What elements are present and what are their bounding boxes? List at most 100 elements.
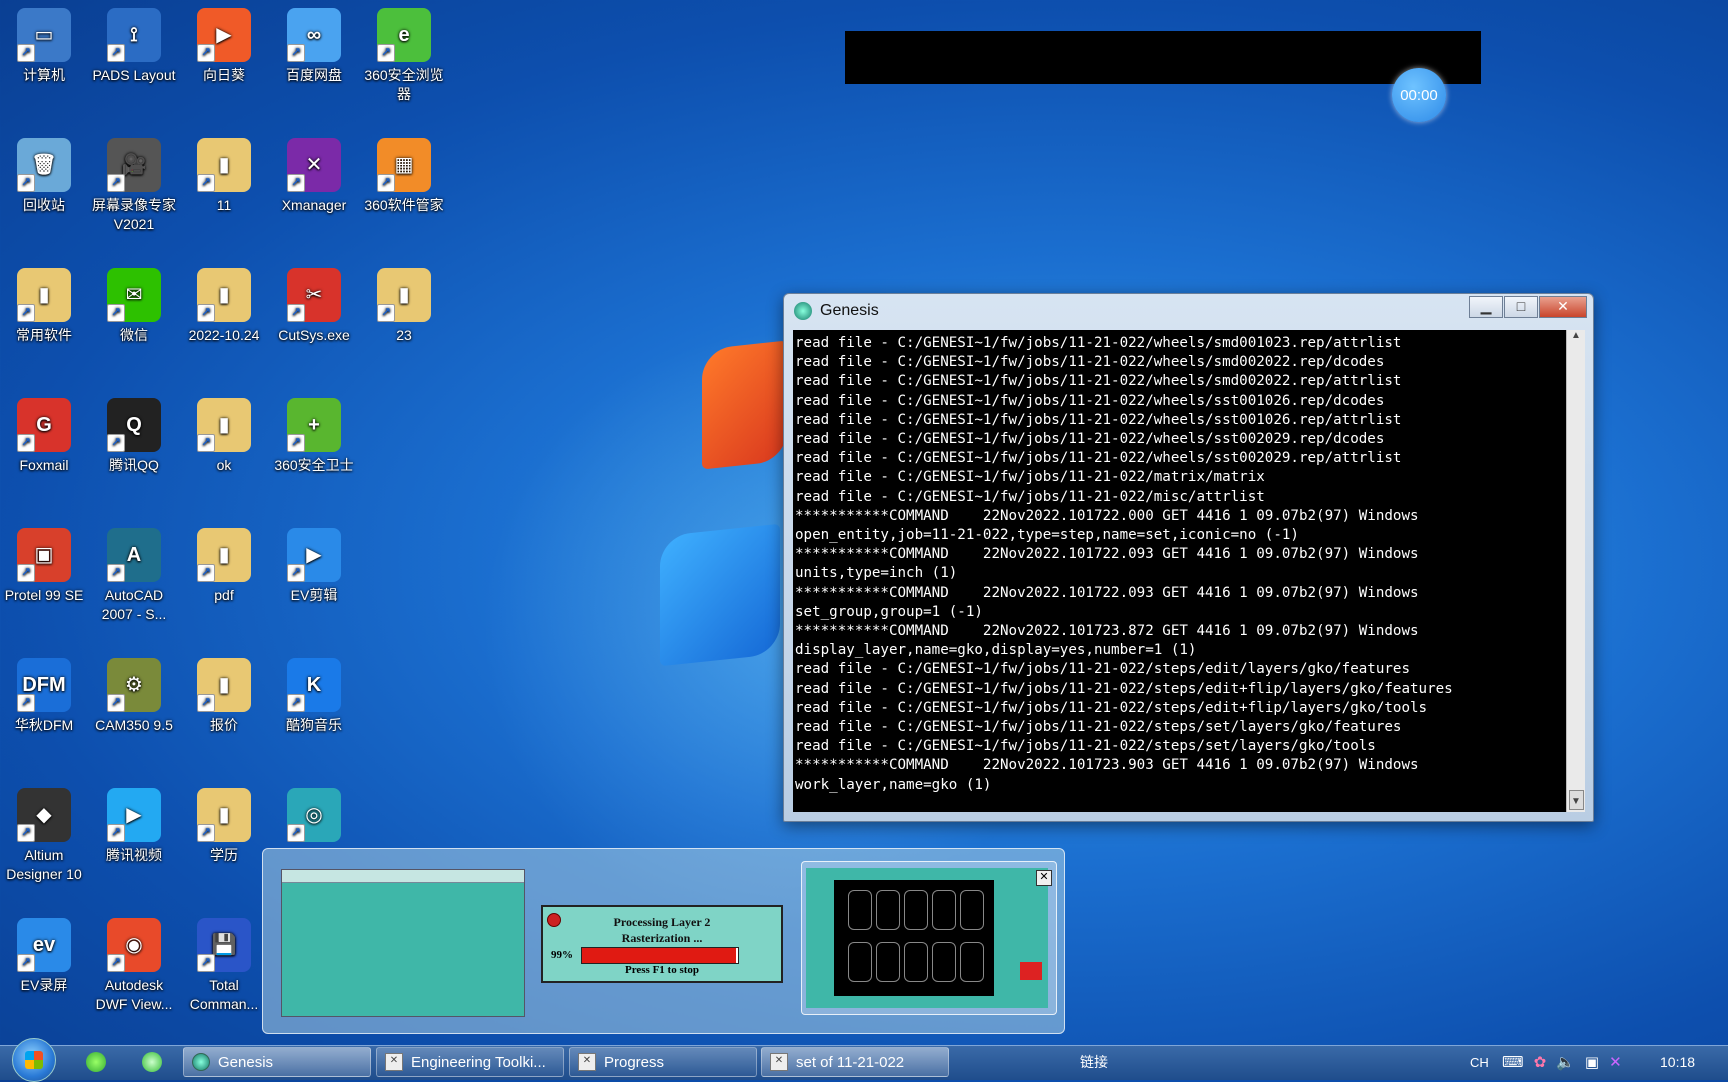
- cad-outline: [960, 942, 984, 982]
- shortcut-arrow-icon: ↗: [107, 954, 125, 972]
- app-icon: ▮ ↗: [197, 658, 251, 712]
- shortcut-arrow-icon: ↗: [107, 824, 125, 842]
- desktop-icon[interactable]: ev ↗ EV录屏: [0, 912, 88, 995]
- desktop-icon[interactable]: ▮ ↗ 23: [360, 262, 448, 345]
- desktop-icon[interactable]: DFM ↗ 华秋DFM: [0, 652, 88, 735]
- app-icon: ▮ ↗: [197, 788, 251, 842]
- desktop-icon[interactable]: A ↗ AutoCAD 2007 - S...: [90, 522, 178, 624]
- desktop-icon[interactable]: ∞ ↗ 百度网盘: [270, 2, 358, 85]
- shortcut-arrow-icon: ↗: [287, 824, 305, 842]
- desktop-icon-label: 屏幕录像专家V2021: [92, 197, 176, 232]
- desktop-icon[interactable]: ▮ ↗ 常用软件: [0, 262, 88, 345]
- shortcut-arrow-icon: ↗: [197, 564, 215, 582]
- desktop-icon-label: Protel 99 SE: [4, 587, 84, 603]
- shortcut-arrow-icon: ↗: [17, 824, 35, 842]
- cad-view: [834, 880, 994, 996]
- desktop-icon[interactable]: e ↗ 360安全浏览器: [360, 2, 448, 104]
- shortcut-arrow-icon: ↗: [107, 564, 125, 582]
- desktop-icon[interactable]: G ↗ Foxmail: [0, 392, 88, 475]
- preview-engineering-toolkit[interactable]: [281, 869, 525, 1017]
- taskbar-thumbnail-previews: Processing Layer 2 Rasterization ... 99%…: [262, 848, 1065, 1034]
- language-indicator[interactable]: CH: [1470, 1045, 1489, 1079]
- maximize-button[interactable]: □: [1504, 296, 1538, 318]
- taskbar-button-genesis[interactable]: Genesis: [183, 1047, 371, 1077]
- keyboard-icon[interactable]: ⌨: [1502, 1053, 1524, 1071]
- media-player-icon[interactable]: [86, 1052, 106, 1072]
- taskbar-button-engineering-toolkit[interactable]: ✕ Engineering Toolki...: [376, 1047, 564, 1077]
- desktop-icon[interactable]: 💾 ↗ Total Comman...: [180, 912, 268, 1014]
- console-line: units,type=inch (1): [795, 565, 958, 582]
- desktop-icon[interactable]: ▮ ↗ 学历: [180, 782, 268, 865]
- desktop-icon[interactable]: ▶ ↗ 向日葵: [180, 2, 268, 85]
- cad-outline: [932, 942, 956, 982]
- shortcut-arrow-icon: ↗: [287, 304, 305, 322]
- clock[interactable]: 10:18: [1660, 1045, 1695, 1079]
- desktop-icon[interactable]: ⟟ ↗ PADS Layout: [90, 2, 178, 85]
- browser-360-icon[interactable]: [142, 1052, 162, 1072]
- desktop-icon-label: 360软件管家: [364, 197, 444, 213]
- console-line: read file - C:/GENESI~1/fw/jobs/11-21-02…: [795, 719, 1402, 736]
- app-icon: ✉ ↗: [107, 268, 161, 322]
- desktop-icon[interactable]: ▮ ↗ 2022-10.24: [180, 262, 268, 345]
- desktop-icon[interactable]: ✂ ↗ CutSys.exe: [270, 262, 358, 345]
- console-line: read file - C:/GENESI~1/fw/jobs/11-21-02…: [795, 469, 1265, 486]
- taskbar-button-set[interactable]: ✕ set of 11-21-022: [761, 1047, 949, 1077]
- minimize-button[interactable]: ▁: [1469, 296, 1503, 318]
- genesis-window[interactable]: Genesis ▁ □ ✕ read file - C:/GENESI~1/fw…: [783, 293, 1594, 822]
- desktop-icon[interactable]: ◆ ↗ Altium Designer 10: [0, 782, 88, 884]
- desktop-icon[interactable]: ▮ ↗ pdf: [180, 522, 268, 605]
- desktop-icon[interactable]: ▶ ↗ 腾讯视频: [90, 782, 178, 865]
- volume-icon[interactable]: 🔈: [1556, 1053, 1575, 1071]
- scroll-up-icon[interactable]: ▲: [1567, 330, 1585, 346]
- recording-timer[interactable]: 00:00: [1392, 68, 1446, 122]
- redacted-bar: [845, 31, 1481, 84]
- close-button[interactable]: ✕: [1539, 296, 1587, 318]
- console-line: read file - C:/GENESI~1/fw/jobs/11-21-02…: [795, 738, 1376, 755]
- app-icon: ▶ ↗: [287, 528, 341, 582]
- shortcut-arrow-icon: ↗: [17, 304, 35, 322]
- desktop-icon[interactable]: + ↗ 360安全卫士: [270, 392, 358, 475]
- shortcut-arrow-icon: ↗: [17, 44, 35, 62]
- network-icon[interactable]: ▣: [1585, 1053, 1599, 1071]
- preview-set-window[interactable]: ✕: [801, 861, 1057, 1015]
- desktop-icon[interactable]: ▭ ↗ 计算机: [0, 2, 88, 85]
- start-button[interactable]: [12, 1038, 56, 1082]
- desktop-icon[interactable]: ◎ ↗: [270, 782, 358, 846]
- desktop-icon[interactable]: ⚙ ↗ CAM350 9.5: [90, 652, 178, 735]
- desktop-icon[interactable]: K ↗ 酷狗音乐: [270, 652, 358, 735]
- xmanager-tray-icon[interactable]: ✕: [1609, 1053, 1622, 1071]
- desktop-icon-label: Foxmail: [19, 457, 69, 473]
- cad-outline: [904, 890, 928, 930]
- app-icon: ✕ ↗: [287, 138, 341, 192]
- desktop-icon[interactable]: ▦ ↗ 360软件管家: [360, 132, 448, 215]
- shortcut-arrow-icon: ↗: [17, 434, 35, 452]
- desktop-icon[interactable]: ▣ ↗ Protel 99 SE: [0, 522, 88, 605]
- flower-icon[interactable]: ✿: [1534, 1053, 1547, 1071]
- desktop-icon-label: 腾讯QQ: [109, 457, 159, 473]
- desktop-icon[interactable]: Q ↗ 腾讯QQ: [90, 392, 178, 475]
- desktop-icon[interactable]: ▮ ↗ ok: [180, 392, 268, 475]
- preview-close-icon[interactable]: ✕: [1036, 870, 1052, 886]
- desktop-icon-label: Total Comman...: [189, 977, 259, 1012]
- desktop-icon-label: EV剪辑: [290, 587, 338, 603]
- desktop-icon[interactable]: 🎥 ↗ 屏幕录像专家V2021: [90, 132, 178, 234]
- console-line: read file - C:/GENESI~1/fw/jobs/11-21-02…: [795, 661, 1410, 678]
- links-toolbar[interactable]: 链接: [1080, 1045, 1108, 1079]
- taskbar-button-progress[interactable]: ✕ Progress: [569, 1047, 757, 1077]
- desktop-icon[interactable]: ✉ ↗ 微信: [90, 262, 178, 345]
- console-scrollbar[interactable]: ▲ ▼: [1566, 330, 1585, 812]
- app-icon: DFM ↗: [17, 658, 71, 712]
- preview-progress[interactable]: Processing Layer 2 Rasterization ... 99%…: [541, 905, 783, 983]
- desktop-icon-label: 360安全卫士: [274, 457, 354, 473]
- desktop-icon[interactable]: 🗑 ↗ 回收站: [0, 132, 88, 215]
- cad-outline: [848, 890, 872, 930]
- desktop-icon[interactable]: ▶ ↗ EV剪辑: [270, 522, 358, 605]
- desktop-icon[interactable]: ◉ ↗ Autodesk DWF View...: [90, 912, 178, 1014]
- taskbar-button-label: Engineering Toolki...: [411, 1053, 546, 1071]
- desktop-icon[interactable]: ▮ ↗ 11: [180, 132, 268, 215]
- scroll-down-icon[interactable]: ▼: [1567, 796, 1585, 812]
- shortcut-arrow-icon: ↗: [287, 694, 305, 712]
- desktop-icon[interactable]: ✕ ↗ Xmanager: [270, 132, 358, 215]
- console-output[interactable]: read file - C:/GENESI~1/fw/jobs/11-21-02…: [793, 330, 1567, 812]
- desktop-icon[interactable]: ▮ ↗ 报价: [180, 652, 268, 735]
